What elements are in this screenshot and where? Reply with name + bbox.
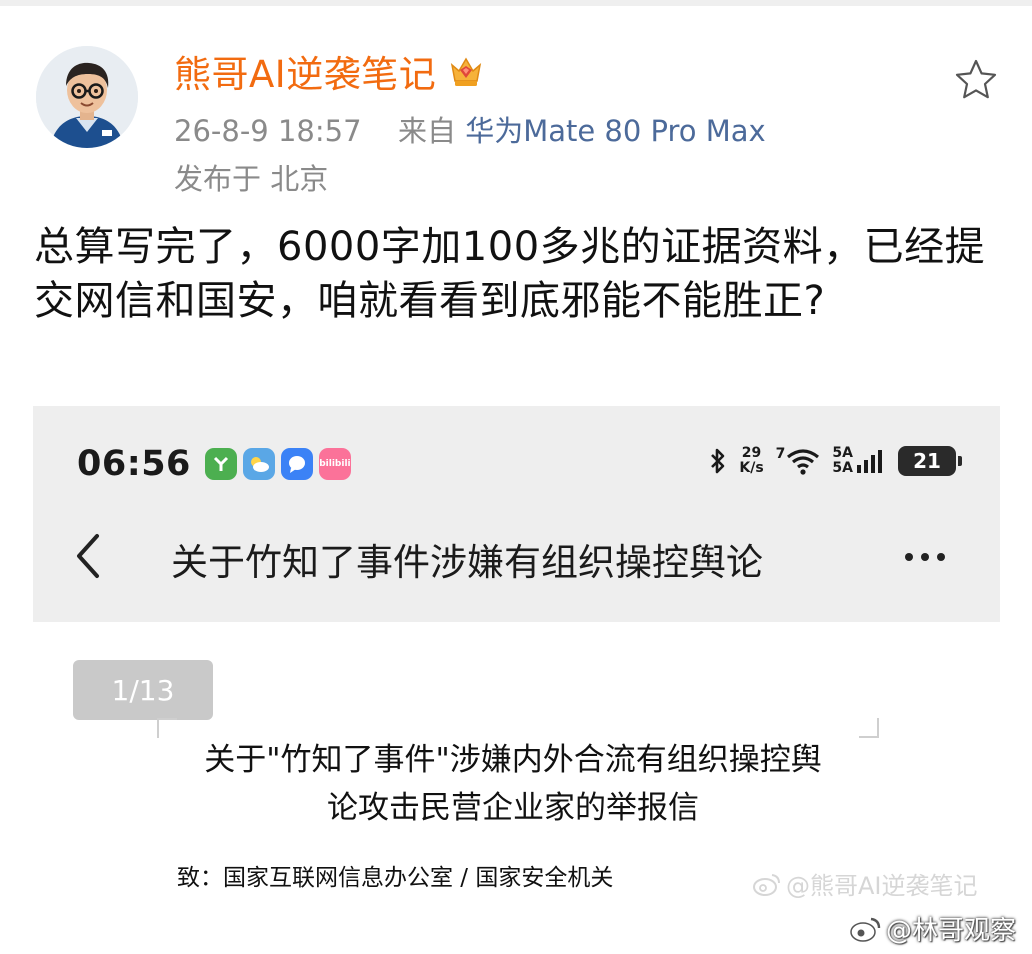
signal-label-2: 5A <box>832 460 853 476</box>
document-title-line-2: 论攻击民营企业家的举报信 <box>327 790 699 826</box>
outer-watermark: @林哥观察 <box>848 910 1016 947</box>
weibo-logo-icon <box>850 917 881 942</box>
top-strip <box>0 0 1032 6</box>
favorite-button[interactable] <box>950 54 1002 106</box>
screenshot-nav-title: 关于竹知了事件涉嫌有组织操控舆论 <box>171 541 763 584</box>
document-title-line-1: 关于"竹知了事件"涉嫌内外合流有组织操控舆 <box>204 742 822 778</box>
inner-watermark: @熊哥AI逆袭笔记 <box>752 866 978 901</box>
outer-watermark-text: @林哥观察 <box>886 916 1017 946</box>
screenshot-nav-bar: 关于竹知了事件涉嫌有组织操控舆论 <box>33 516 1000 596</box>
wifi-icon <box>787 449 820 475</box>
document-recipient: 致：国家互联网信息办公室 / 国家安全机关 <box>177 865 614 891</box>
battery-indicator: 21 <box>898 446 962 476</box>
green-app-icon <box>204 448 237 480</box>
post-meta: 26-8-9 18:57 来自 华为Mate 80 Pro Max <box>174 108 766 150</box>
network-speed-unit: K/s <box>739 460 764 476</box>
post-body: 总算写完了，6000字加100多兆的证据资料，已经提交网信和国安，咱就看看到底邪… <box>34 224 986 324</box>
weather-app-icon <box>242 448 275 480</box>
author-row: 熊哥AI逆袭笔记 <box>174 46 486 96</box>
status-bar-left: 06:56 bilibili <box>77 444 351 484</box>
back-arrow-icon[interactable] <box>69 528 109 584</box>
network-speed-value: 29 <box>741 445 762 461</box>
network-speed: 29 K/s <box>739 446 763 476</box>
post-location: 发布于 北京 <box>174 162 329 196</box>
avatar[interactable] <box>36 46 138 148</box>
bilibili-icon: bilibili <box>318 448 351 480</box>
signal-bars-icon <box>857 450 882 473</box>
author-name[interactable]: 熊哥AI逆袭笔记 <box>174 44 436 98</box>
bluetooth-icon <box>711 448 725 474</box>
crop-corner-left <box>157 718 177 738</box>
wifi-group: 7 <box>776 447 821 475</box>
battery-level: 21 <box>913 449 941 473</box>
screenshot-header: 06:56 bilibili 29 K/s 7 5A 5A 21 关于竹知了事件… <box>33 406 1000 622</box>
device-link[interactable]: 华为Mate 80 Pro Max <box>465 114 766 148</box>
avatar-illustration <box>36 46 138 148</box>
post-timestamp: 26-8-9 18:57 <box>174 114 362 148</box>
page-indicator: 1/13 <box>73 660 213 720</box>
source-prefix: 来自 <box>397 114 456 148</box>
message-app-icon <box>280 448 313 480</box>
cell-signal-group: 5A 5A <box>832 446 886 476</box>
cell-labels: 5A 5A <box>832 446 853 476</box>
signal-label-1: 5A <box>832 445 853 461</box>
weibo-logo-icon <box>753 873 780 896</box>
document-title: 关于"竹知了事件"涉嫌内外合流有组织操控舆 论攻击民营企业家的举报信 <box>133 736 893 832</box>
star-outline-icon <box>955 59 997 99</box>
crop-corner-right <box>859 718 879 738</box>
status-time: 06:56 <box>77 444 191 484</box>
crown-gem-icon <box>451 57 482 86</box>
wifi-label: 7 <box>775 446 786 462</box>
inner-watermark-text: @熊哥AI逆袭笔记 <box>786 872 978 900</box>
status-bar-right: 29 K/s 7 5A 5A 21 <box>709 446 962 476</box>
more-options-icon[interactable] <box>905 542 955 572</box>
